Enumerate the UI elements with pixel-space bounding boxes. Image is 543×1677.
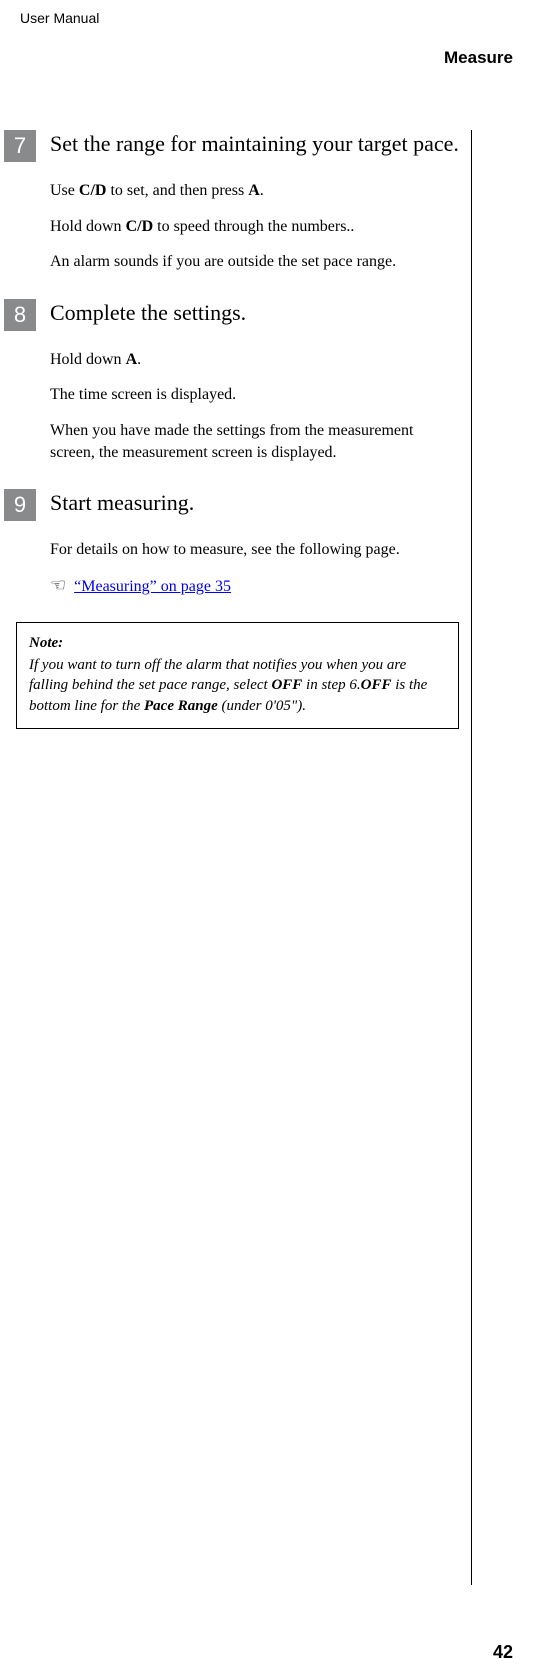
step-paragraph: Use C/D to set, and then press A. — [50, 180, 457, 202]
step-paragraph: The time screen is displayed. — [50, 384, 457, 406]
doc-title: User Manual — [20, 10, 99, 26]
emphasis: Pace Range — [144, 698, 218, 714]
step-body: Use C/D to set, and then press A. Hold d… — [50, 180, 457, 273]
text: (under 0'05"). — [218, 698, 306, 714]
step-body: Hold down A. The time screen is displaye… — [50, 349, 457, 463]
text: . — [137, 351, 141, 368]
text: Hold down — [50, 351, 126, 368]
text: Use — [50, 182, 79, 199]
step-paragraph: An alarm sounds if you are outside the s… — [50, 251, 457, 273]
step-7: 7 Set the range for maintaining your tar… — [4, 130, 471, 273]
emphasis: OFF — [271, 677, 302, 693]
step-paragraph: When you have made the settings from the… — [50, 420, 457, 463]
text: . — [260, 182, 264, 199]
step-number-badge: 9 — [4, 489, 36, 521]
key-label: A — [248, 182, 260, 199]
step-body: For details on how to measure, see the f… — [50, 539, 457, 561]
cross-reference: ☞ “Measuring” on page 35 — [50, 575, 457, 596]
xref-link[interactable]: “Measuring” on page 35 — [74, 578, 231, 595]
step-header: 8 Complete the settings. — [4, 299, 471, 331]
text: The time screen is displayed. — [50, 386, 236, 403]
step-number-badge: 7 — [4, 130, 36, 162]
emphasis: OFF — [361, 677, 392, 693]
text: in step 6. — [302, 677, 360, 693]
step-9: 9 Start measuring. For details on how to… — [4, 489, 471, 596]
step-8: 8 Complete the settings. Hold down A. Th… — [4, 299, 471, 463]
content-column: 7 Set the range for maintaining your tar… — [4, 130, 472, 1585]
key-label: C/D — [79, 182, 107, 199]
step-paragraph: Hold down A. — [50, 349, 457, 371]
step-title: Set the range for maintaining your targe… — [50, 130, 469, 158]
text: An alarm sounds if you are outside the s… — [50, 253, 396, 270]
text: to speed through the numbers.. — [153, 218, 354, 235]
note-box: Note: If you want to turn off the alarm … — [16, 622, 459, 729]
note-title: Note: — [29, 633, 446, 653]
note-body: If you want to turn off the alarm that n… — [29, 655, 446, 716]
key-label: C/D — [126, 218, 154, 235]
text: For details on how to measure, see the f… — [50, 541, 400, 558]
text: When you have made the settings from the… — [50, 422, 413, 461]
step-number-badge: 8 — [4, 299, 36, 331]
section-title: Measure — [444, 48, 513, 68]
step-title: Complete the settings. — [50, 299, 256, 327]
text: to set, and then press — [106, 182, 248, 199]
key-label: A — [126, 351, 138, 368]
step-paragraph: For details on how to measure, see the f… — [50, 539, 457, 561]
hand-pointer-icon: ☞ — [50, 575, 66, 596]
step-header: 9 Start measuring. — [4, 489, 471, 521]
step-paragraph: Hold down C/D to speed through the numbe… — [50, 216, 457, 238]
text: Hold down — [50, 218, 126, 235]
step-title: Start measuring. — [50, 489, 204, 517]
step-header: 7 Set the range for maintaining your tar… — [4, 130, 471, 162]
page-number: 42 — [493, 1642, 513, 1663]
